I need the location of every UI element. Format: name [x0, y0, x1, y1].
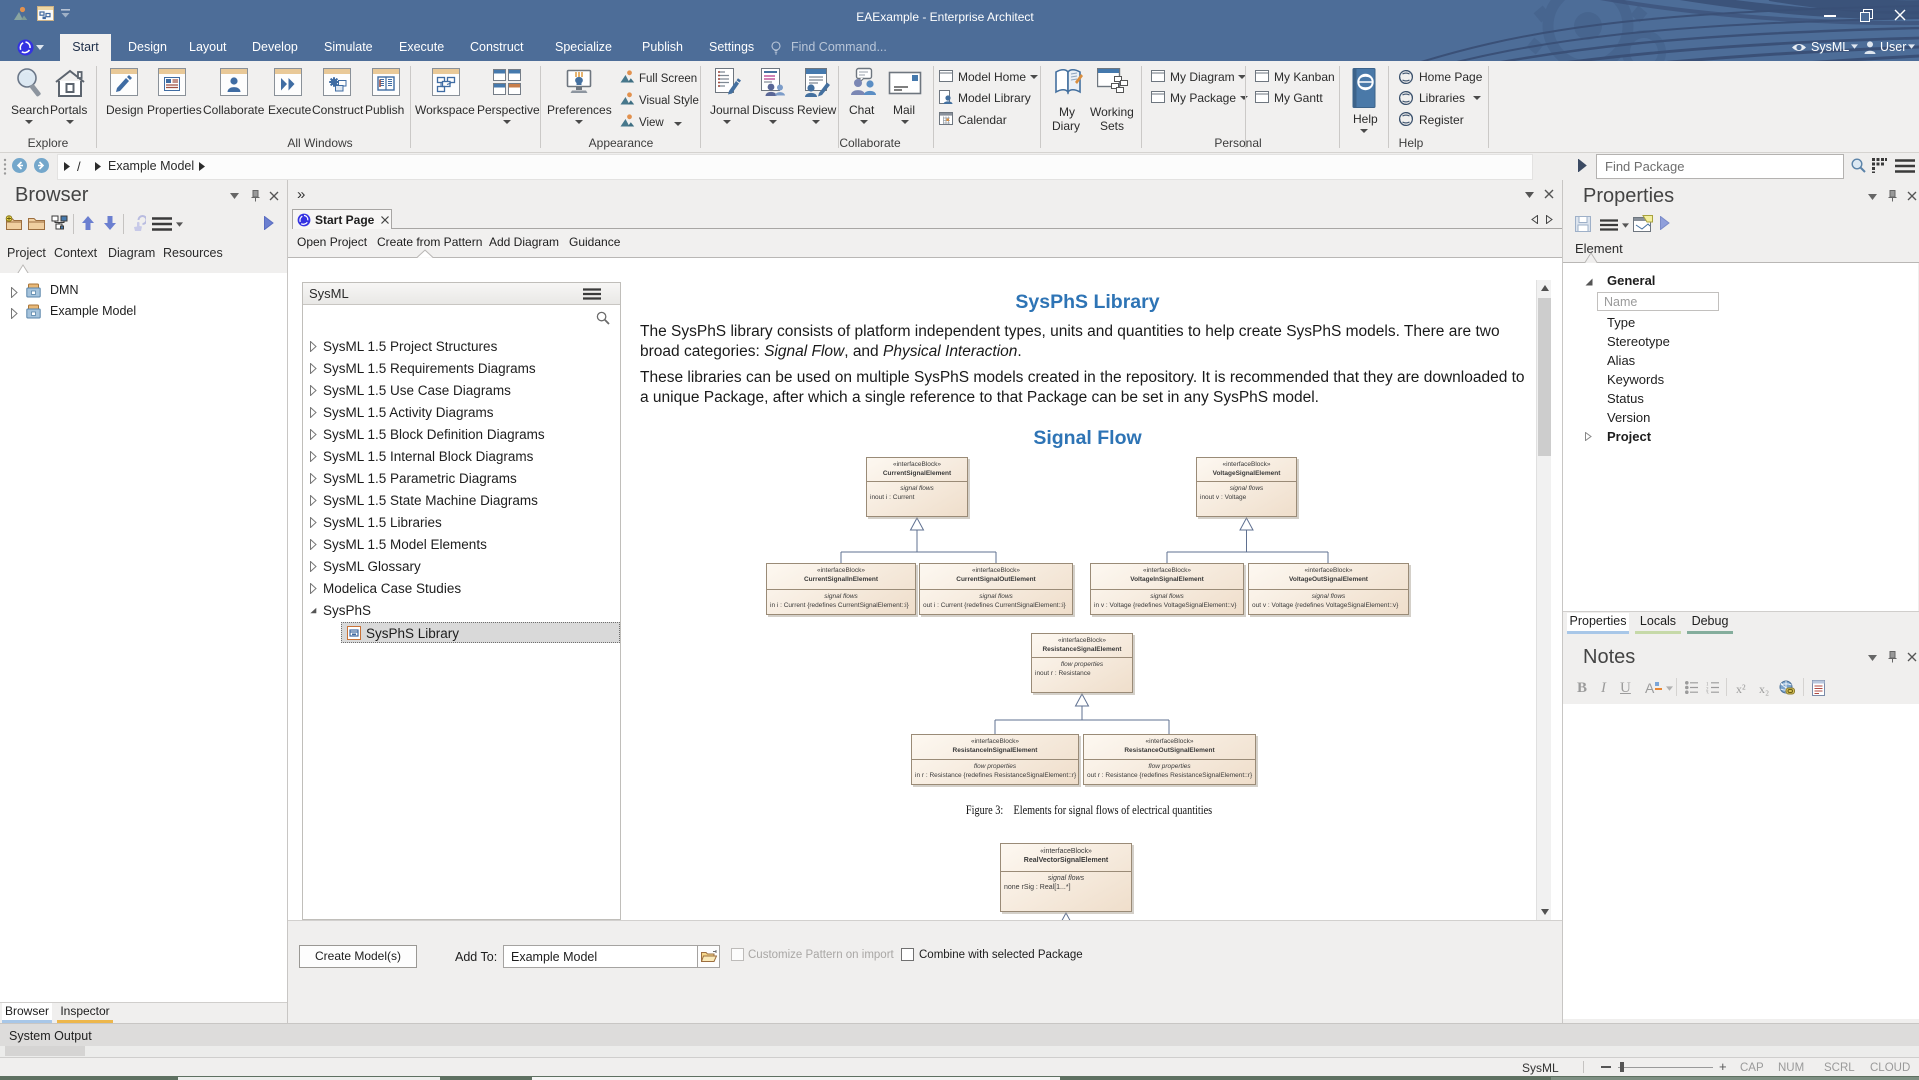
svg-text:3: 3	[1706, 692, 1709, 695]
